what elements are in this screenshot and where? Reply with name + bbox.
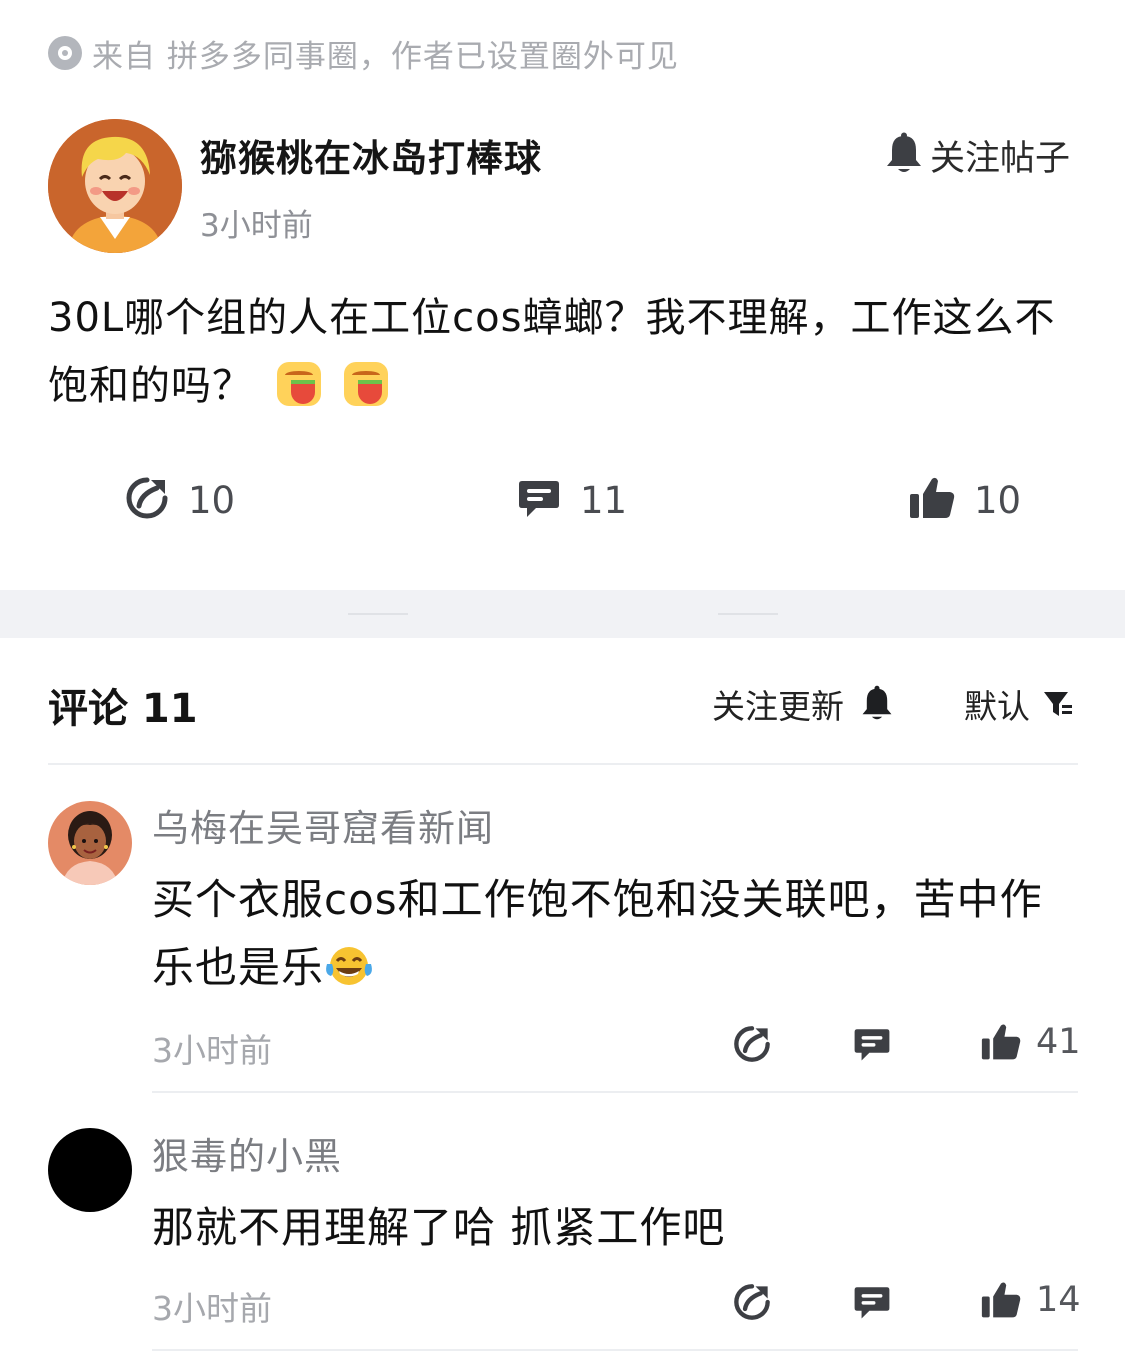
comment-icon[interactable] <box>852 1024 892 1068</box>
divider <box>152 1091 1078 1093</box>
post-text: 30L哪个组的人在工位cos蟑螂？我不理解，工作这么不饱和的吗？ <box>48 284 1078 420</box>
section-divider <box>0 590 1125 638</box>
comment-time: 3小时前 <box>152 1031 272 1070</box>
comment-icon[interactable] <box>852 1282 892 1326</box>
sort-label: 默认 <box>964 687 1030 726</box>
watermelon-face-emoji <box>276 362 321 406</box>
thumbs-up-icon <box>908 475 956 525</box>
like-count: 10 <box>974 478 1022 522</box>
share-count: 10 <box>188 478 236 522</box>
comment-like-count: 41 <box>1036 1022 1081 1062</box>
sort-button[interactable]: 默认 <box>964 680 1074 728</box>
comment-button[interactable]: 11 <box>516 470 627 530</box>
post-actions: 10 11 10 <box>0 470 1125 530</box>
follow-update-label: 关注更新 <box>712 687 844 726</box>
filter-icon <box>1042 688 1074 720</box>
share-icon <box>124 475 170 525</box>
comment-like-button[interactable]: 14 <box>980 1280 1081 1320</box>
follow-update-button[interactable]: 关注更新 <box>712 680 894 728</box>
share-icon[interactable] <box>732 1282 772 1326</box>
follow-post-label: 关注帖子 <box>930 139 1071 179</box>
comment-text: 买个衣服cos和工作饱不饱和没关联吧，苦中作乐也是乐 <box>152 866 1072 1002</box>
comment-like-count: 14 <box>1036 1280 1081 1320</box>
comments-title: 评论 11 <box>48 686 198 732</box>
divider <box>48 763 1078 765</box>
comment-text: 那就不用理解了哈 抓紧工作吧 <box>152 1203 726 1252</box>
comment-body: 买个衣服cos和工作饱不饱和没关联吧，苦中作乐也是乐 <box>152 875 1043 992</box>
bell-icon <box>860 685 894 723</box>
post-time: 3小时前 <box>200 208 313 244</box>
comment-avatar[interactable] <box>48 1128 132 1212</box>
comment-author[interactable]: 乌梅在吴哥窟看新闻 <box>152 798 494 852</box>
author-name[interactable]: 猕猴桃在冰岛打棒球 <box>200 128 542 182</box>
post-body-text: 30L哪个组的人在工位cos蟑螂？我不理解，工作这么不饱和的吗？ <box>48 295 1056 409</box>
author-avatar[interactable] <box>48 119 182 253</box>
circle-dot-icon <box>48 36 82 70</box>
comment-count: 11 <box>580 478 628 522</box>
comment-author[interactable]: 狠毒的小黑 <box>152 1126 342 1180</box>
comment-like-button[interactable]: 41 <box>980 1022 1081 1062</box>
comment-icon <box>516 475 562 525</box>
share-button[interactable]: 10 <box>124 470 235 530</box>
bell-icon <box>884 132 924 180</box>
follow-post-button[interactable]: 关注帖子 <box>884 130 1070 181</box>
watermelon-face-emoji <box>344 362 389 406</box>
share-icon[interactable] <box>732 1024 772 1068</box>
comment-avatar[interactable] <box>48 801 132 885</box>
thumbs-up-icon <box>980 1280 1022 1320</box>
thumbs-up-icon <box>980 1022 1022 1062</box>
source-row: 来自 拼多多同事圈，作者已设置圈外可见 <box>48 30 679 76</box>
source-text: 来自 拼多多同事圈，作者已设置圈外可见 <box>92 38 679 75</box>
divider <box>152 1349 1078 1351</box>
tears-of-joy-emoji <box>324 940 374 985</box>
like-button[interactable]: 10 <box>908 470 1021 530</box>
comment-time: 3小时前 <box>152 1289 272 1328</box>
